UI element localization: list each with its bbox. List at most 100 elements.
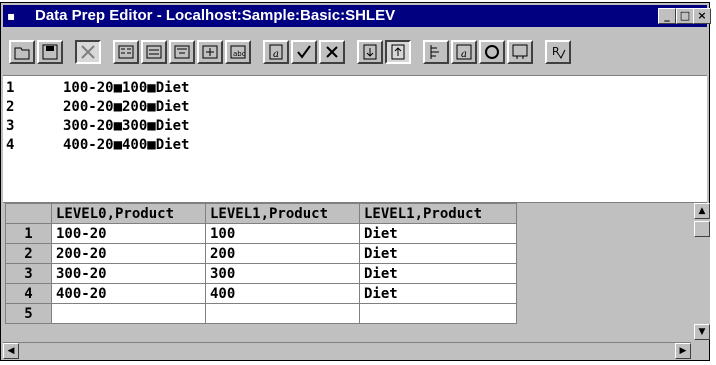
row-header[interactable]: 3	[5, 263, 52, 284]
ignore-field-icon	[430, 45, 439, 59]
grid-cell[interactable]: Diet	[359, 223, 517, 244]
dimension-build-icon	[174, 45, 190, 59]
grid-cell[interactable]: Diet	[359, 263, 517, 284]
grid-cell[interactable]	[205, 303, 360, 324]
text-line: 2 200-20■200■Diet	[3, 99, 189, 118]
minimize-button[interactable]: _	[658, 8, 676, 24]
svg-text:a: a	[273, 49, 279, 60]
table-row: 4 400-20 400 Diet	[5, 283, 517, 304]
dimension-build-button[interactable]	[169, 40, 195, 64]
line-number: 4	[6, 137, 15, 153]
svg-text:R: R	[552, 45, 560, 58]
grid-cell[interactable]: Diet	[359, 283, 517, 304]
row-header[interactable]: 4	[5, 283, 52, 304]
grid-cell[interactable]: 400	[205, 283, 360, 304]
grid-cell[interactable]: 200	[205, 243, 360, 264]
move-icon	[391, 44, 405, 60]
scroll-down-button[interactable]: ▼	[694, 324, 710, 340]
row-header[interactable]: 1	[5, 223, 52, 244]
maximize-button[interactable]: □	[676, 8, 694, 24]
grid-header-row: LEVEL0,Product LEVEL1,Product LEVEL1,Pro…	[5, 203, 517, 224]
data-prep-editor-window: ▪ Data Prep Editor - Localhost:Sample:Ba…	[0, 2, 711, 361]
svg-text:a: a	[461, 49, 467, 60]
title-bar[interactable]: ▪ Data Prep Editor - Localhost:Sample:Ba…	[3, 5, 711, 27]
data-file-props-button[interactable]	[141, 40, 167, 64]
create-field-join-icon: a	[269, 44, 283, 60]
line-text: 400-20■400■Diet	[63, 137, 190, 153]
grid-cell[interactable]: 300	[205, 263, 360, 284]
validate-button[interactable]: R	[545, 40, 571, 64]
line-number: 2	[6, 99, 15, 115]
associate-outline-button[interactable]: a	[451, 40, 477, 64]
column-header[interactable]: LEVEL0,Product	[51, 203, 206, 224]
line-number: 1	[6, 80, 15, 96]
reject-record-button[interactable]	[357, 40, 383, 64]
field-grid[interactable]: LEVEL0,Product LEVEL1,Product LEVEL1,Pro…	[5, 203, 517, 324]
select-record-button[interactable]	[319, 40, 345, 64]
create-field-text-button[interactable]: abc	[225, 40, 251, 64]
save-button[interactable]	[37, 40, 63, 64]
scroll-right-button[interactable]: ▶	[675, 343, 691, 359]
grid-corner[interactable]	[5, 203, 52, 224]
create-field-join-button[interactable]: a	[263, 40, 289, 64]
select-record-icon	[326, 46, 338, 58]
text-line: 4 400-20■400■Diet	[3, 137, 189, 156]
row-header[interactable]: 5	[5, 303, 52, 324]
grid-cell[interactable]	[51, 303, 206, 324]
open-icon	[14, 47, 30, 60]
dim-build-settings-icon	[485, 45, 499, 59]
save-icon	[42, 44, 58, 60]
grid-cell[interactable]	[359, 303, 517, 324]
move-button[interactable]	[385, 40, 411, 64]
view-data-button[interactable]	[507, 40, 533, 64]
app-icon[interactable]: ▪	[7, 8, 23, 24]
reject-record-icon	[363, 44, 377, 60]
grid-cell[interactable]: 100	[205, 223, 360, 244]
scroll-left-button[interactable]: ◀	[3, 343, 19, 359]
join-icon	[202, 45, 218, 59]
table-row: 5	[5, 303, 517, 324]
line-number: 3	[6, 118, 15, 134]
column-header[interactable]: LEVEL1,Product	[205, 203, 360, 224]
associate-outline-icon: a	[456, 44, 472, 60]
ignore-field-button[interactable]	[423, 40, 449, 64]
row-header[interactable]: 2	[5, 243, 52, 264]
split-button[interactable]	[291, 40, 317, 64]
field-grid-area: LEVEL0,Product LEVEL1,Product LEVEL1,Pro…	[3, 203, 710, 342]
sort-button[interactable]	[75, 40, 101, 64]
text-line: 3 300-20■300■Diet	[3, 118, 189, 137]
data-file-props-icon	[146, 45, 162, 59]
scroll-up-button[interactable]: ▲	[694, 203, 710, 219]
column-header[interactable]: LEVEL1,Product	[359, 203, 517, 224]
create-field-text-icon: abc	[230, 45, 246, 59]
table-row: 3 300-20 300 Diet	[5, 263, 517, 284]
line-text: 200-20■200■Diet	[63, 99, 190, 115]
text-view[interactable]: 1 100-20■100■Diet 2 200-20■200■Diet 3 30…	[3, 75, 707, 203]
table-row: 1 100-20 100 Diet	[5, 223, 517, 244]
grid-cell[interactable]: 400-20	[51, 283, 206, 304]
line-text: 100-20■100■Diet	[63, 80, 190, 96]
validate-icon: R	[552, 45, 566, 59]
text-line: 1 100-20■100■Diet	[3, 80, 189, 99]
dim-build-settings-button[interactable]	[479, 40, 505, 64]
grid-cell[interactable]: Diet	[359, 243, 517, 264]
grid-cell[interactable]: 200-20	[51, 243, 206, 264]
arrow-down-icon: ▼	[698, 327, 706, 337]
arrow-right-icon: ▶	[679, 346, 687, 356]
vertical-scroll-thumb[interactable]	[694, 221, 710, 237]
table-row: 2 200-20 200 Diet	[5, 243, 517, 264]
arrow-left-icon: ◀	[7, 346, 15, 356]
horizontal-scrollbar[interactable]: ◀ ▶	[3, 342, 691, 360]
close-button[interactable]: ×	[693, 8, 711, 24]
field-props-button[interactable]	[113, 40, 139, 64]
field-props-icon	[118, 45, 134, 59]
split-icon	[297, 45, 311, 59]
join-button[interactable]	[197, 40, 223, 64]
grid-cell[interactable]: 100-20	[51, 223, 206, 244]
window-title: Data Prep Editor - Localhost:Sample:Basi…	[35, 7, 396, 24]
svg-text:abc: abc	[233, 50, 246, 58]
open-button[interactable]	[9, 40, 35, 64]
grid-cell[interactable]: 300-20	[51, 263, 206, 284]
vertical-scrollbar[interactable]: ▲ ▼	[694, 203, 710, 340]
sort-icon	[81, 45, 95, 59]
